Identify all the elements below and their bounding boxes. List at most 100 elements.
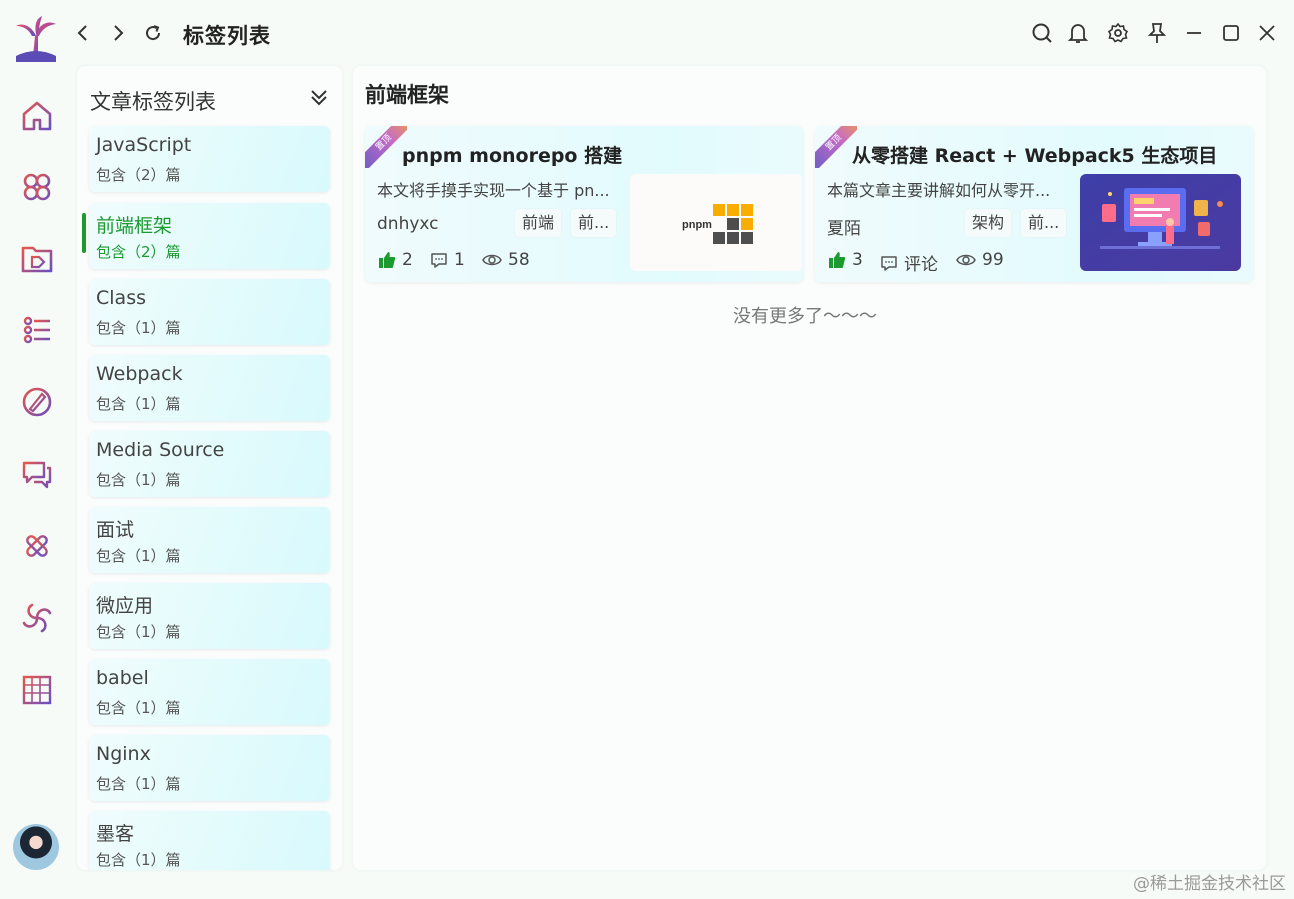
title-bar: 标签列表	[0, 0, 1294, 66]
tag-folder-icon	[21, 246, 53, 273]
bell-icon	[1068, 24, 1088, 43]
active-tag-indicator	[82, 213, 86, 253]
pen-icon	[22, 387, 52, 417]
like-count: 3	[852, 250, 863, 270]
tag-item-moke[interactable]: 墨客 包含（1）篇	[89, 811, 330, 870]
maximize-icon	[1223, 25, 1239, 41]
tag-item-micro-app[interactable]: 微应用 包含（1）篇	[89, 583, 330, 649]
tag-name: Media Source	[96, 439, 225, 461]
tag-count: 包含（1）篇	[96, 851, 181, 869]
article-tag[interactable]: 架构	[965, 209, 1012, 237]
view-stat: 58	[482, 250, 530, 270]
user-avatar[interactable]	[13, 824, 59, 870]
apps-icon	[23, 173, 51, 201]
rail-grid[interactable]	[17, 670, 57, 710]
tag-item-babel[interactable]: babel 包含（1）篇	[89, 659, 330, 725]
tag-name: Class	[96, 287, 146, 309]
tag-count: 包含（2）篇	[96, 243, 181, 261]
double-chevron-down-icon[interactable]	[308, 86, 330, 108]
settings-button[interactable]	[1105, 20, 1131, 46]
list-icon	[23, 316, 50, 344]
pnpm-logo-text: pnpm	[682, 219, 712, 231]
article-summary: 本文将手摸手实现一个基于 pn...	[377, 181, 610, 200]
minimize-button[interactable]	[1181, 20, 1207, 46]
pinned-label: 置顶	[365, 126, 407, 168]
forward-button[interactable]	[105, 20, 131, 46]
article-author[interactable]: 夏陌	[827, 214, 861, 239]
tag-list-panel: 文章标签列表 JavaScript 包含（2）篇 前端框架 包含（2）篇 Cla…	[77, 66, 342, 870]
like-stat[interactable]: 2	[378, 250, 413, 270]
tag-item-class[interactable]: Class 包含（1）篇	[89, 279, 330, 345]
article-tag[interactable]: 前...	[571, 209, 617, 237]
comment-stat[interactable]: 评论	[880, 250, 938, 275]
tag-item-javascript[interactable]: JavaScript 包含（2）篇	[89, 126, 330, 192]
rail-messages[interactable]	[17, 454, 57, 494]
tag-name: Webpack	[96, 363, 183, 385]
pinned-label: 置顶	[815, 126, 857, 168]
gear-icon	[1107, 22, 1129, 43]
tag-count: 包含（1）篇	[96, 699, 181, 717]
rail-write[interactable]	[17, 382, 57, 422]
view-count: 58	[508, 250, 530, 270]
rail-home[interactable]	[17, 96, 57, 136]
page-title: 标签列表	[183, 24, 271, 48]
chevron-right-icon	[114, 25, 124, 41]
close-icon	[1259, 25, 1275, 41]
rail-apps[interactable]	[17, 167, 57, 207]
pin-button[interactable]	[1144, 20, 1170, 46]
tag-item-interview[interactable]: 面试 包含（1）篇	[89, 507, 330, 573]
palm-logo-icon	[16, 16, 56, 62]
comment-count: 1	[454, 250, 465, 270]
tag-name: babel	[96, 667, 149, 689]
tag-name: 前端框架	[96, 215, 173, 237]
rail-tools[interactable]	[17, 526, 57, 566]
article-cover-pnpm: pnpm	[630, 174, 802, 271]
tag-item-nginx[interactable]: Nginx 包含（1）篇	[89, 735, 330, 801]
chevron-left-icon	[77, 25, 87, 41]
search-button[interactable]	[1029, 20, 1055, 46]
notification-button[interactable]	[1065, 20, 1091, 46]
search-icon	[1032, 23, 1052, 43]
home-icon	[22, 101, 52, 131]
tag-item-webpack[interactable]: Webpack 包含（1）篇	[89, 355, 330, 421]
article-title[interactable]: 从零搭建 React + Webpack5 生态项目	[852, 141, 1217, 168]
article-summary: 本篇文章主要讲解如何从零开...	[827, 181, 1051, 200]
maximize-button[interactable]	[1218, 20, 1244, 46]
close-button[interactable]	[1254, 20, 1280, 46]
pinned-ribbon: 置顶	[815, 126, 857, 168]
view-stat: 99	[956, 250, 1004, 270]
article-author[interactable]: dnhyxc	[377, 214, 439, 234]
view-count: 99	[982, 250, 1004, 270]
pnpm-logo-image: pnpm	[682, 204, 753, 244]
content-title: 前端框架	[365, 83, 449, 107]
tag-panel-title: 文章标签列表	[90, 90, 216, 114]
article-title[interactable]: pnpm monorepo 搭建	[402, 141, 622, 168]
rail-tags[interactable]	[17, 239, 57, 279]
tag-count: 包含（1）篇	[96, 395, 181, 413]
tag-item-frontend-framework[interactable]: 前端框架 包含（2）篇	[89, 203, 330, 269]
back-button[interactable]	[70, 20, 96, 46]
like-count: 2	[402, 250, 413, 270]
pin-icon	[1147, 23, 1167, 43]
rail-discover[interactable]	[17, 598, 57, 638]
tag-name: JavaScript	[96, 134, 192, 156]
article-card[interactable]: 置顶 pnpm monorepo 搭建 本文将手摸手实现一个基于 pn... d…	[365, 126, 803, 282]
watermark: @稀土掘金技术社区	[1133, 874, 1286, 894]
article-tag[interactable]: 前端	[515, 209, 562, 237]
like-stat[interactable]: 3	[828, 250, 863, 270]
tag-item-media-source[interactable]: Media Source 包含（1）篇	[89, 431, 330, 497]
tag-name: 墨客	[96, 823, 135, 845]
spiral-icon	[22, 603, 52, 633]
rail-list[interactable]	[17, 310, 57, 350]
thumbs-up-icon	[829, 252, 846, 268]
tag-count: 包含（1）篇	[96, 623, 181, 641]
article-card[interactable]: 置顶 从零搭建 React + Webpack5 生态项目 本篇文章主要讲解如何…	[815, 126, 1253, 282]
article-tag[interactable]: 前...	[1021, 209, 1067, 237]
pinned-ribbon: 置顶	[365, 126, 407, 168]
refresh-button[interactable]	[140, 20, 166, 46]
refresh-icon	[146, 25, 161, 41]
comment-stat[interactable]: 1	[430, 250, 465, 270]
no-more-hint: 没有更多了～～～	[733, 306, 877, 327]
eye-icon	[482, 254, 502, 266]
tag-name: Nginx	[96, 743, 151, 765]
